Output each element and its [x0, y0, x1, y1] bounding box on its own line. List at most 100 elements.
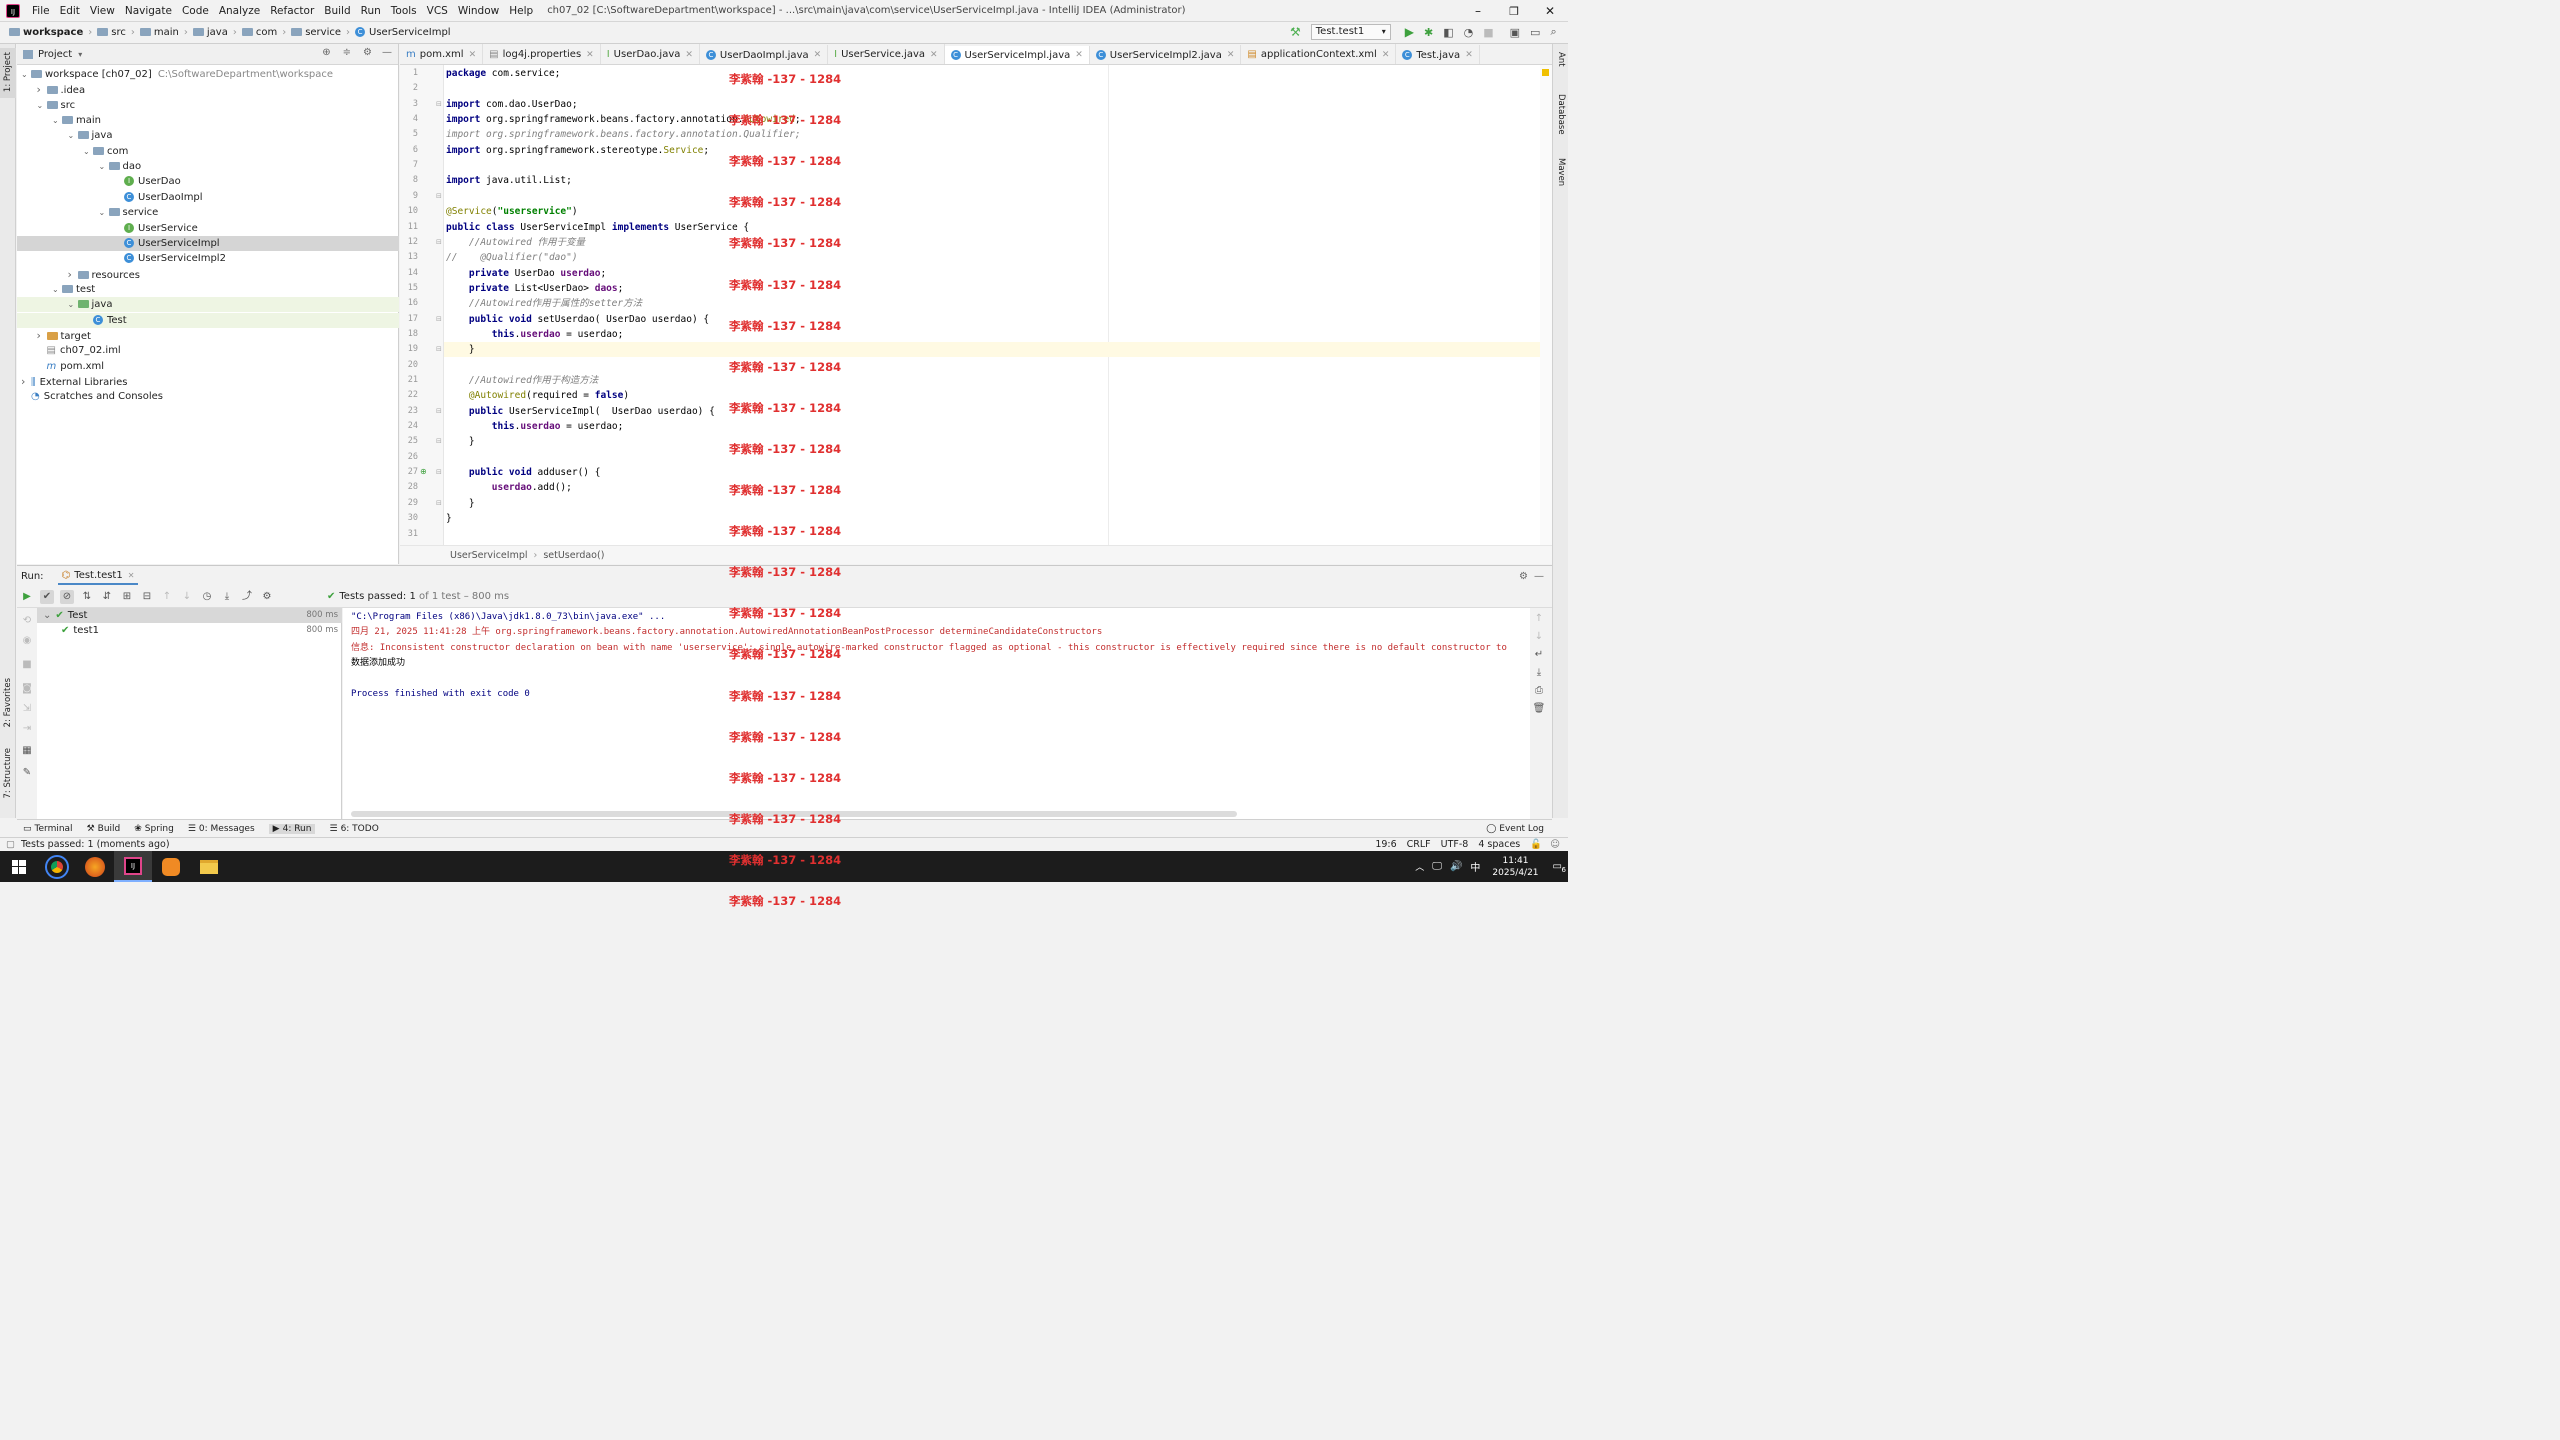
tree-item[interactable]: ⌄ dao	[17, 159, 399, 174]
editor-tab[interactable]: C UserServiceImpl2.java ✕	[1090, 44, 1242, 64]
tree-item[interactable]: ▤ ch07_02.iml	[17, 343, 399, 358]
tree-arrow-icon[interactable]: ⌄	[52, 282, 62, 297]
history-icon[interactable]: ◷	[200, 590, 214, 604]
close-icon[interactable]: ✕	[1227, 50, 1235, 60]
exit-icon[interactable]: ⇥	[20, 722, 34, 736]
minimize-icon[interactable]: –	[1460, 4, 1496, 18]
close-icon[interactable]: ✕	[1382, 50, 1390, 60]
project-structure-icon[interactable]: ▣	[1510, 26, 1520, 39]
menu-navigate[interactable]: Navigate	[125, 5, 172, 17]
tool-window-tab[interactable]: ▶ 4: Run	[268, 823, 316, 834]
menu-vcs[interactable]: VCS	[427, 5, 448, 17]
hide-icon[interactable]: —	[382, 47, 392, 58]
import-tests-icon[interactable]: ⤓	[220, 590, 234, 604]
menu-build[interactable]: Build	[324, 5, 350, 17]
inspector-icon[interactable]: ☺	[1550, 839, 1560, 850]
lock-icon[interactable]: 🔓	[1530, 839, 1542, 850]
editor-tab[interactable]: m pom.xml ✕	[400, 44, 484, 64]
breadcrumb-item[interactable]: C UserServiceImpl	[355, 27, 451, 38]
scroll-to-end-icon[interactable]: ⤓	[1532, 666, 1546, 680]
project-panel-title[interactable]: Project	[38, 49, 72, 60]
profile-icon[interactable]: ◔	[1464, 26, 1474, 39]
breadcrumb-item[interactable]: service	[291, 27, 341, 38]
file-encoding[interactable]: UTF-8	[1441, 839, 1469, 850]
breadcrumb-item[interactable]: workspace	[9, 27, 83, 38]
windows-start-icon[interactable]	[0, 851, 38, 882]
breadcrumb-method[interactable]: setUserdao()	[543, 550, 604, 561]
rerun-icon[interactable]: ▶	[20, 590, 34, 604]
console-output[interactable]: "C:\Program Files (x86)\Java\jdk1.8.0_73…	[343, 608, 1530, 819]
breadcrumb-class[interactable]: UserServiceImpl	[450, 550, 528, 561]
stop-icon[interactable]: ■	[1483, 26, 1493, 39]
menu-view[interactable]: View	[90, 5, 115, 17]
settings-icon[interactable]: ⚙	[260, 590, 274, 604]
print-icon[interactable]: ⎙	[1532, 684, 1546, 698]
test-result-item[interactable]: ⌄ ✔ Test 800 ms	[37, 608, 342, 623]
show-passed-icon[interactable]: ✔	[40, 589, 54, 604]
tree-item[interactable]: m pom.xml	[17, 359, 399, 374]
tree-item[interactable]: ◔ Scratches and Consoles	[17, 389, 399, 404]
chevron-down-icon[interactable]: ⌄	[43, 610, 51, 621]
tree-item[interactable]: › target	[17, 328, 399, 343]
structure-tool-button[interactable]: 7: Structure	[0, 744, 16, 810]
ant-tool-button[interactable]: Ant	[1553, 50, 1569, 80]
close-icon[interactable]: ✕	[1465, 50, 1473, 60]
tool-window-tab[interactable]: ⚒ Build	[87, 824, 121, 834]
favorites-tool-button[interactable]: 2: Favorites	[0, 674, 16, 734]
stop-square-icon[interactable]: ■	[20, 658, 34, 672]
restore-icon[interactable]: ❐	[1496, 5, 1532, 18]
debug-icon[interactable]: ✱	[1424, 26, 1433, 39]
tree-item[interactable]: ⌄ service	[17, 205, 399, 220]
volume-icon[interactable]: 🔊	[1450, 861, 1462, 872]
tool-window-tab[interactable]: ▭ Terminal	[23, 824, 73, 834]
menu-edit[interactable]: Edit	[60, 5, 80, 17]
menu-window[interactable]: Window	[458, 5, 499, 17]
tree-arrow-icon[interactable]: ⌄	[83, 144, 93, 159]
event-log-button[interactable]: ◯ Event Log	[1486, 824, 1544, 834]
presentation-icon[interactable]: ▭	[1530, 26, 1540, 39]
pin-icon[interactable]: ⟲	[20, 614, 34, 628]
ime-indicator[interactable]: 中	[1470, 859, 1480, 874]
breadcrumb-item[interactable]: com	[241, 27, 277, 38]
editor-tab[interactable]: I UserService.java ✕	[828, 44, 945, 64]
tree-item[interactable]: › ⫼ External Libraries	[17, 374, 399, 389]
menu-analyze[interactable]: Analyze	[219, 5, 260, 17]
tree-item[interactable]: C UserServiceImpl	[17, 235, 399, 251]
tree-item[interactable]: I UserDao	[17, 174, 399, 189]
tree-arrow-icon[interactable]: ⌄	[68, 297, 78, 312]
tree-item[interactable]: C UserDaoImpl	[17, 190, 399, 205]
tree-item[interactable]: C UserServiceImpl2	[17, 251, 399, 266]
editor-tab[interactable]: ▤ applicationContext.xml ✕	[1241, 44, 1397, 64]
chrome-icon[interactable]	[38, 851, 76, 882]
test-result-item[interactable]: ✔ test1 800 ms	[37, 623, 342, 638]
indent-setting[interactable]: 4 spaces	[1478, 839, 1520, 850]
clock[interactable]: 11:41 2025/4/21	[1492, 855, 1538, 879]
tool-window-tab[interactable]: ☰ 0: Messages	[188, 824, 255, 834]
tree-item[interactable]: ⌄ main	[17, 113, 399, 128]
close-icon[interactable]: ✕	[469, 50, 477, 60]
hammer-icon[interactable]: ⚒	[1290, 25, 1301, 39]
tree-arrow-icon[interactable]: ⌄	[68, 128, 78, 143]
show-ignored-icon[interactable]: ⊘	[60, 589, 74, 604]
layout-icon[interactable]: ▦	[20, 744, 34, 758]
tree-arrow-icon[interactable]: ›	[68, 267, 78, 282]
close-icon[interactable]: ✕	[814, 50, 822, 60]
sort-duration-icon[interactable]: ⇵	[100, 590, 114, 604]
close-icon[interactable]: ✕	[685, 50, 693, 60]
locate-icon[interactable]: ⊕	[322, 47, 330, 58]
project-tool-button[interactable]: 1: Project	[0, 48, 16, 98]
export-icon[interactable]: ⤴	[240, 590, 254, 604]
notification-icon[interactable]: ▭ 6	[1553, 861, 1566, 874]
tree-item[interactable]: › .idea	[17, 82, 399, 97]
tree-arrow-icon[interactable]: ⌄	[99, 205, 109, 220]
close-icon[interactable]: ✕	[930, 50, 938, 60]
breadcrumb-item[interactable]: main	[139, 27, 179, 38]
close-icon[interactable]: ✕	[586, 50, 594, 60]
gear-icon[interactable]: ⚙	[1519, 571, 1528, 582]
code-area[interactable]: package com.service; import com.dao.UserD…	[400, 65, 1552, 545]
maven-tool-button[interactable]: Maven	[1553, 156, 1569, 200]
previous-failed-icon[interactable]: ↑	[160, 590, 174, 604]
pin-tab-icon[interactable]: ✎	[20, 766, 34, 780]
sort-alpha-icon[interactable]: ⇅	[80, 590, 94, 604]
tree-arrow-icon[interactable]: ⌄	[99, 159, 109, 174]
